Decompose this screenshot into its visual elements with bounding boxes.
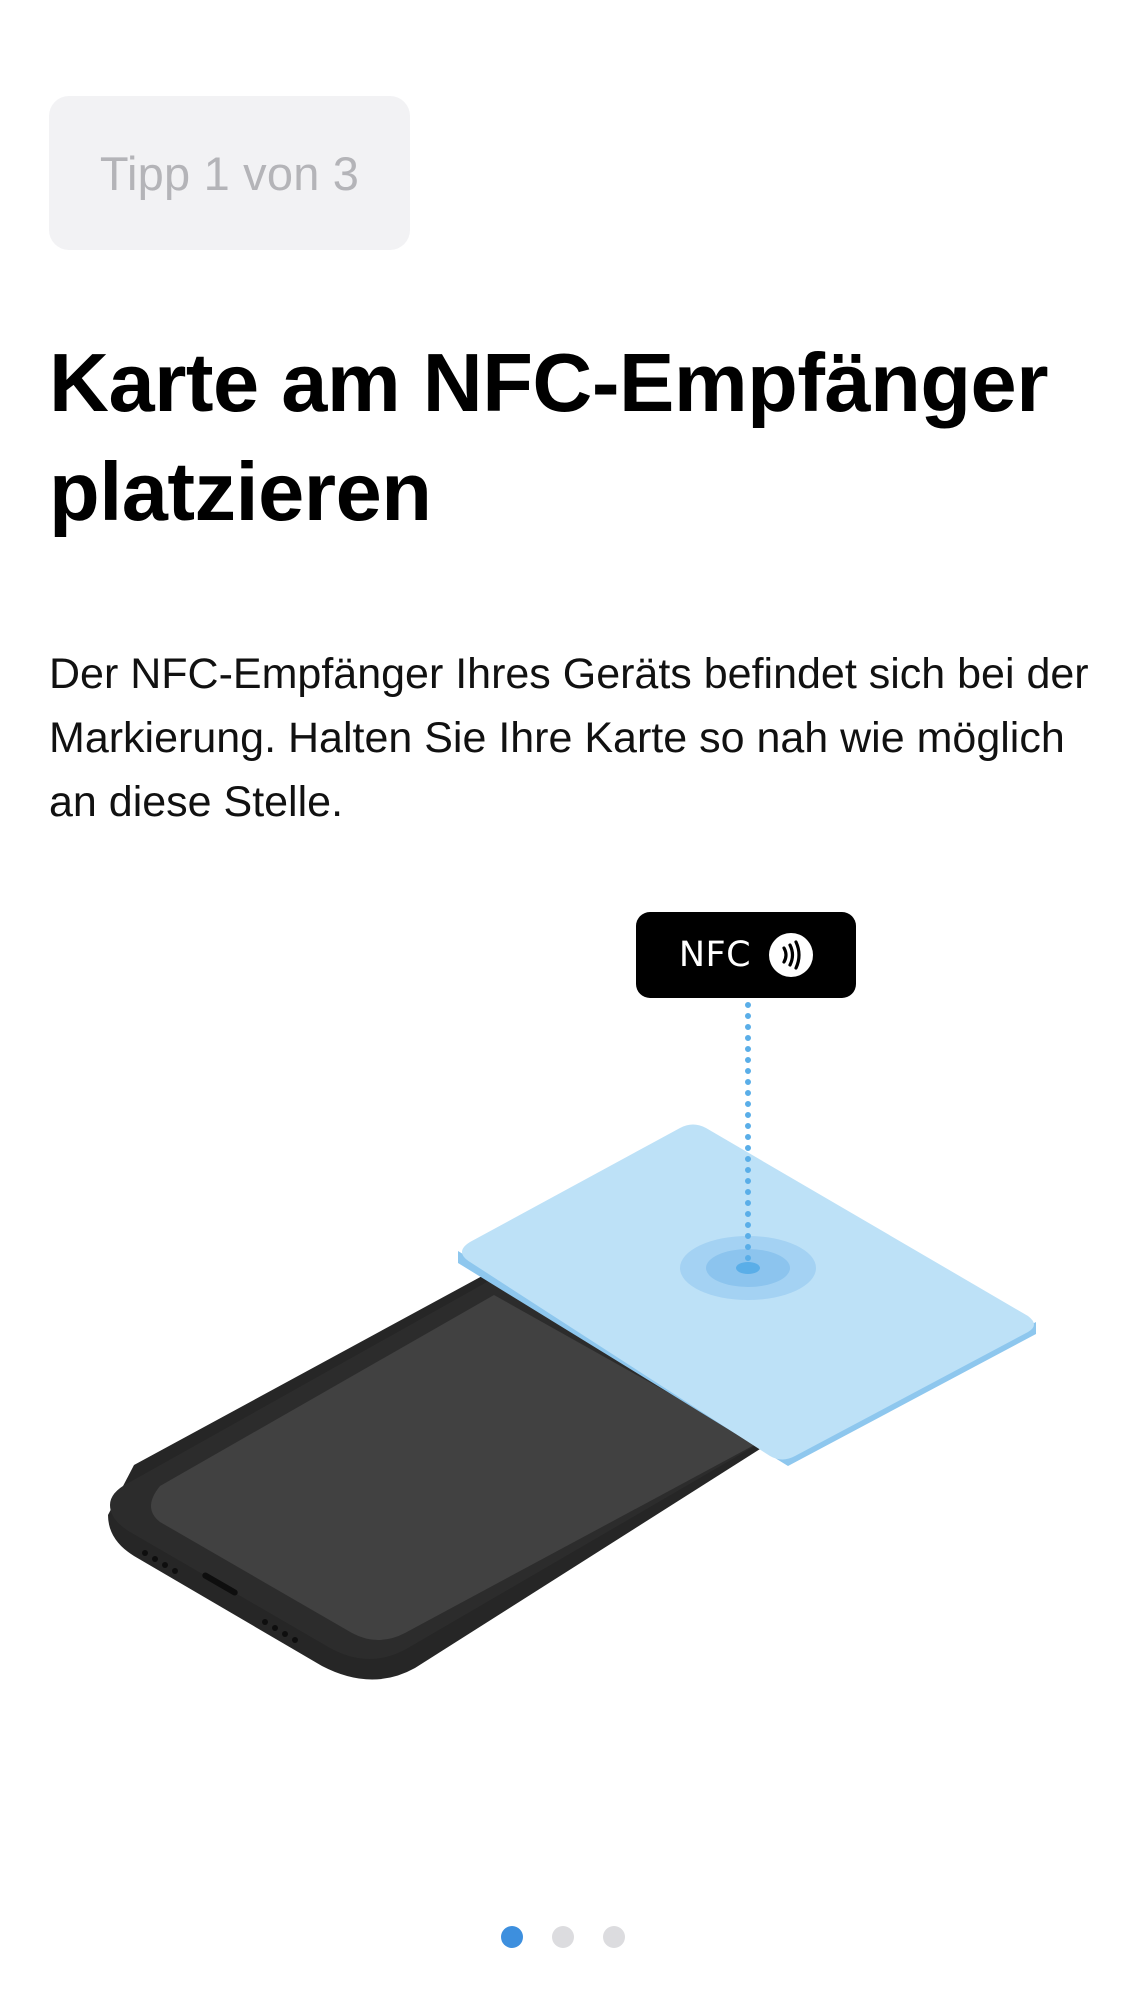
page-dot-1[interactable] — [500, 1926, 523, 1948]
nfc-placement-illustration — [108, 1002, 1036, 1680]
page-description: Der NFC-Empfänger Ihres Geräts befindet … — [49, 650, 1089, 826]
page-dot-3[interactable] — [602, 1926, 625, 1948]
page-dot-2[interactable] — [551, 1926, 574, 1948]
tip-counter-label: Tipp 1 von 3 — [99, 146, 360, 200]
nfc-reader-label: NFC — [636, 912, 856, 998]
contactless-icon — [769, 933, 814, 977]
tip-counter-badge: Tipp 1 von 3 — [49, 96, 410, 250]
nfc-label-text: NFC — [678, 935, 752, 975]
page-title: Karte am NFC-Empfänger platzieren — [49, 336, 1049, 538]
page-indicator — [0, 1926, 1125, 1948]
